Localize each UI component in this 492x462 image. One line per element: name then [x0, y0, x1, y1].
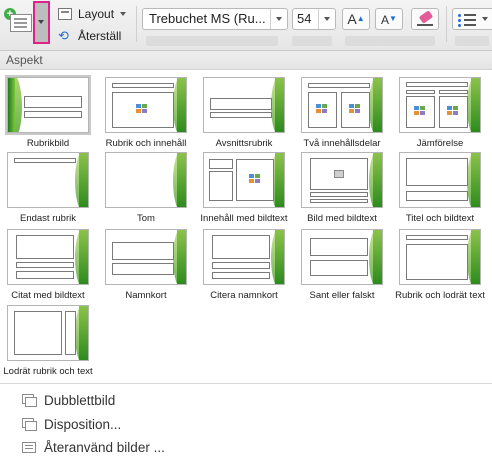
layout-label: Rubrikbild	[26, 138, 70, 149]
layout-thumbnail	[5, 75, 91, 135]
layout-thumbnail	[301, 77, 383, 133]
layout-two-content[interactable]: Två innehållsdelar	[294, 77, 390, 149]
new-slide-button[interactable]: +	[4, 4, 32, 44]
layout-thumbnail	[399, 77, 481, 133]
outline-icon	[22, 418, 37, 431]
layout-comparison[interactable]: Jämförelse	[392, 77, 488, 149]
layout-thumbnail	[7, 305, 89, 361]
bullets-button[interactable]	[452, 8, 492, 30]
ribbon-toolbar: + Layout ⟲ Återställ Trebuchet MS (Ru...…	[0, 0, 492, 51]
chevron-down-icon[interactable]	[318, 9, 335, 29]
layout-quote-name-card[interactable]: Citera namnkort	[196, 229, 292, 301]
layout-label: Avsnittsrubrik	[215, 138, 273, 149]
layout-label: Rubrik och lodrät text	[395, 290, 485, 301]
layout-title-vertical-text[interactable]: Rubrik och lodrät text	[392, 229, 488, 301]
layout-blank[interactable]: Tom	[98, 152, 194, 224]
font-name-select[interactable]: Trebuchet MS (Ru...	[142, 8, 288, 30]
layout-label: Titel och bildtext	[405, 213, 475, 224]
layout-thumbnail	[7, 152, 89, 208]
layout-label: Rubrik och innehåll	[105, 138, 187, 149]
slide-actions-menu: Dubblettbild Disposition... Återanvänd b…	[0, 383, 492, 462]
chevron-down-icon	[38, 20, 44, 24]
grow-font-button[interactable]: A▲	[342, 8, 370, 30]
layout-name-card[interactable]: Namnkort	[98, 229, 194, 301]
layout-button[interactable]: Layout	[58, 5, 127, 23]
chevron-down-icon[interactable]	[270, 9, 287, 29]
chevron-down-icon	[482, 17, 488, 21]
layout-label: Lodrät rubrik och text	[3, 366, 93, 377]
layout-vertical-title-text[interactable]: Lodrät rubrik och text	[0, 305, 96, 377]
layout-label: Sant eller falskt	[309, 290, 375, 301]
shrink-font-label: A	[381, 13, 390, 27]
layout-thumbnail	[105, 229, 187, 285]
layout-label: Jämförelse	[416, 138, 464, 149]
reset-label: Återställ	[78, 29, 122, 43]
reset-button[interactable]: ⟲ Återställ	[58, 27, 121, 45]
toolbar-divider	[136, 6, 137, 42]
layout-title-slide[interactable]: Rubrikbild	[0, 75, 96, 149]
layout-thumbnail	[203, 152, 285, 208]
section-title: Aspekt	[0, 51, 492, 70]
layout-label: Endast rubrik	[20, 213, 76, 224]
layout-thumbnail	[105, 152, 187, 208]
layout-true-false[interactable]: Sant eller falskt	[294, 229, 390, 301]
new-slide-dropdown-button[interactable]	[33, 1, 50, 44]
grow-font-label: A	[347, 11, 357, 27]
layout-thumbnail	[105, 77, 187, 133]
layout-quote-caption[interactable]: Citat med bildtext	[0, 229, 96, 301]
layout-gallery: Rubrikbild Rubrik och innehåll Avsnittsr…	[0, 71, 492, 377]
layout-label: Layout	[78, 7, 115, 21]
caret-up-icon: ▲	[356, 14, 365, 23]
layout-label: Bild med bildtext	[307, 213, 377, 224]
font-size-value: 54	[297, 11, 312, 26]
layout-label: Citera namnkort	[210, 290, 278, 301]
font-name-value: Trebuchet MS (Ru...	[149, 11, 266, 26]
layout-label: Två innehållsdelar	[303, 138, 381, 149]
clear-formatting-button[interactable]	[411, 8, 439, 30]
layout-label: Innehåll med bildtext	[200, 213, 288, 224]
duplicate-slide-icon	[22, 394, 37, 407]
duplicate-slide-menu-item[interactable]: Dubblettbild	[22, 390, 115, 410]
reuse-slides-menu-item[interactable]: Återanvänd bilder ...	[22, 437, 165, 457]
layout-thumbnail	[301, 152, 383, 208]
chevron-down-icon	[120, 12, 127, 16]
caret-down-icon: ▼	[389, 14, 397, 23]
layout-thumbnail	[399, 152, 481, 208]
shrink-font-button[interactable]: A▼	[375, 8, 403, 30]
toolbar-divider	[446, 6, 447, 42]
outline-label: Disposition...	[44, 416, 122, 432]
font-size-select[interactable]: 54	[292, 8, 336, 30]
outline-menu-item[interactable]: Disposition...	[22, 414, 121, 434]
layout-content-caption[interactable]: Innehåll med bildtext	[196, 152, 292, 224]
reuse-slides-label: Återanvänd bilder ...	[44, 439, 165, 455]
layout-label: Tom	[137, 213, 155, 224]
layout-picture-caption[interactable]: Bild med bildtext	[294, 152, 390, 224]
new-slide-icon	[10, 14, 32, 32]
layout-title-only[interactable]: Endast rubrik	[0, 152, 96, 224]
layout-section-header[interactable]: Avsnittsrubrik	[196, 77, 292, 149]
layout-label: Citat med bildtext	[11, 290, 85, 301]
layout-icon	[58, 8, 72, 20]
layout-thumbnail	[203, 229, 285, 285]
layout-thumbnail	[203, 77, 285, 133]
layout-thumbnail	[7, 229, 89, 285]
layout-label: Namnkort	[125, 290, 167, 301]
layout-title-caption[interactable]: Titel och bildtext	[392, 152, 488, 224]
clear-formatting-icon	[418, 10, 434, 24]
layout-thumbnail	[301, 229, 383, 285]
reuse-slides-icon	[22, 441, 36, 453]
duplicate-slide-label: Dubblettbild	[44, 392, 116, 408]
layout-title-content[interactable]: Rubrik och innehåll	[98, 77, 194, 149]
reset-icon: ⟲	[58, 28, 69, 43]
layout-thumbnail	[399, 229, 481, 285]
